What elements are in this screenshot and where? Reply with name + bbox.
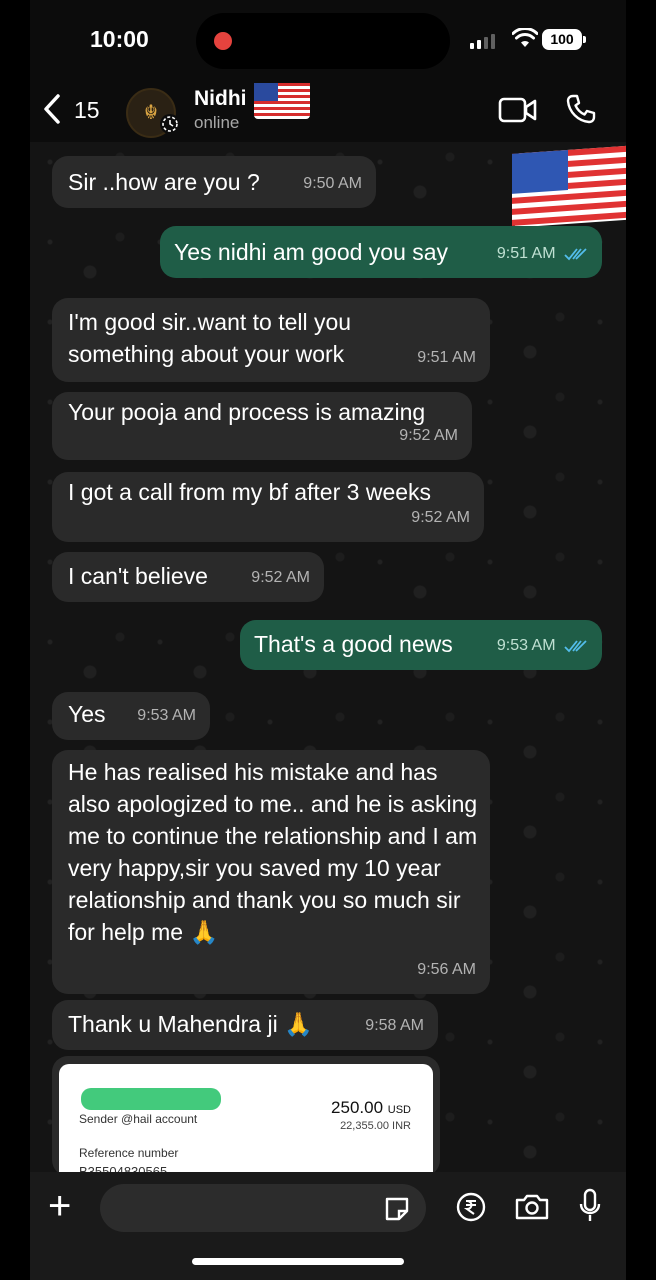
message-text: I got a call from my bf after 3 weeks	[68, 479, 432, 505]
plus-icon[interactable]: +	[48, 1186, 71, 1226]
message-text: Yes nidhi am good you say	[174, 239, 449, 265]
unread-count[interactable]: 15	[74, 97, 100, 124]
message-time: 9:53 AM	[137, 707, 196, 724]
signal-icon	[470, 33, 500, 49]
message-text: That's a good news	[254, 631, 453, 657]
dynamic-island	[196, 13, 450, 69]
message-image[interactable]: Sender @hail account 250.00 USD 22,355.0…	[52, 1056, 440, 1172]
microphone-icon[interactable]	[578, 1188, 602, 1224]
message-incoming[interactable]: He has realised his mistake and has also…	[52, 750, 490, 994]
receipt-currency: USD	[387, 1104, 411, 1116]
message-text: Yes	[68, 701, 106, 727]
message-meta: 9:51 AM	[497, 238, 588, 270]
phone-screen: 10:00 100 15 ☬ Nidhi online Sir ..how ar…	[30, 0, 626, 1280]
payment-receipt[interactable]: Sender @hail account 250.00 USD 22,355.0…	[59, 1064, 433, 1172]
us-flag-icon	[512, 145, 626, 228]
message-time: 9:52 AM	[399, 427, 458, 444]
battery-tip	[583, 36, 586, 43]
message-time: 9:58 AM	[365, 1017, 424, 1034]
message-incoming[interactable]: Sir ..how are you ? 9:50 AM	[52, 156, 376, 208]
home-indicator[interactable]	[192, 1258, 404, 1265]
video-call-icon[interactable]	[498, 96, 538, 124]
message-time: 9:56 AM	[417, 961, 476, 978]
rupee-icon[interactable]	[455, 1191, 487, 1223]
read-receipt-icon	[564, 248, 587, 261]
message-time: 9:50 AM	[303, 175, 362, 192]
svg-text:☬: ☬	[144, 100, 158, 124]
message-incoming[interactable]: I'm good sir..want to tell you something…	[52, 298, 490, 382]
recording-indicator-icon	[214, 32, 232, 50]
receipt-amount-inr: 22,355.00 INR	[340, 1120, 411, 1132]
message-time: 9:52 AM	[411, 509, 470, 526]
message-incoming[interactable]: I got a call from my bf after 3 weeks 9:…	[52, 472, 484, 542]
message-time: 9:53 AM	[496, 637, 556, 654]
status-bar: 10:00 100	[30, 0, 626, 80]
contact-status: online	[194, 113, 240, 132]
chevron-left-icon[interactable]	[40, 92, 64, 126]
message-incoming[interactable]: I can't believe 9:52 AM	[52, 552, 324, 602]
receipt-reference-value: B35504830565	[79, 1164, 168, 1172]
receipt-amount-value: 250.00	[331, 1098, 384, 1117]
wifi-icon	[512, 28, 538, 47]
receipt-sender: Sender @hail account	[79, 1112, 198, 1126]
message-text: I can't believe	[68, 563, 208, 589]
chat-header: 15 ☬ Nidhi online	[30, 80, 626, 142]
message-text: He has realised his mistake and has also…	[68, 759, 478, 945]
receipt-reference-label: Reference number	[79, 1146, 179, 1160]
message-input[interactable]	[100, 1184, 426, 1232]
contact-name[interactable]: Nidhi	[194, 87, 247, 111]
camera-icon[interactable]	[514, 1192, 550, 1222]
message-meta: 9:53 AM	[497, 630, 588, 662]
message-time: 9:51 AM	[417, 349, 476, 366]
message-incoming[interactable]: Yes 9:53 AM	[52, 692, 210, 740]
chat-area[interactable]: Sir ..how are you ? 9:50 AM Yes nidhi am…	[30, 142, 626, 1172]
battery-icon: 100	[542, 29, 582, 50]
message-text: I'm good sir..want to tell you something…	[68, 309, 352, 367]
redaction-mark	[81, 1088, 221, 1110]
message-text: Thank u Mahendra ji 🙏	[68, 1011, 313, 1037]
message-text: Your pooja and process is amazing	[68, 399, 426, 425]
read-receipt-icon	[564, 640, 587, 653]
message-time: 9:52 AM	[251, 569, 310, 586]
phone-icon[interactable]	[565, 93, 597, 125]
message-outgoing[interactable]: Yes nidhi am good you say 9:51 AM	[160, 226, 602, 278]
status-ring-icon	[160, 114, 180, 134]
us-flag-icon	[254, 83, 310, 119]
message-outgoing[interactable]: That's a good news 9:53 AM	[240, 620, 602, 670]
sticker-icon[interactable]	[382, 1194, 412, 1224]
message-incoming[interactable]: Your pooja and process is amazing 9:52 A…	[52, 392, 472, 460]
clock: 10:00	[90, 26, 149, 52]
message-incoming[interactable]: Thank u Mahendra ji 🙏 9:58 AM	[52, 1000, 438, 1050]
receipt-amount: 250.00 USD	[331, 1098, 411, 1118]
message-time: 9:51 AM	[496, 245, 556, 262]
message-text: Sir ..how are you ?	[68, 169, 260, 195]
